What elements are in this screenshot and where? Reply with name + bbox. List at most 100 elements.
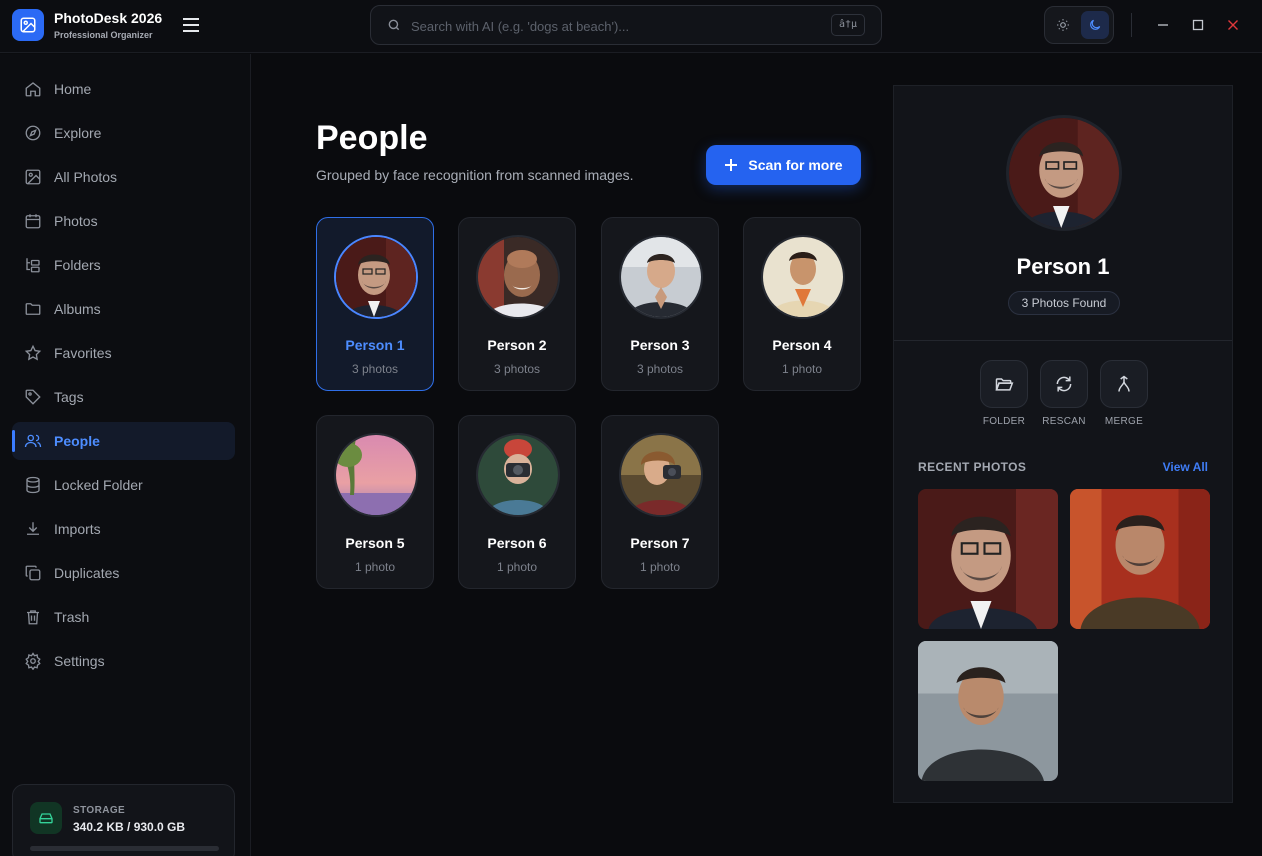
star-icon [24, 344, 42, 361]
person-photo-count: 1 photo [781, 362, 823, 376]
photos-found-badge: 3 Photos Found [1008, 291, 1120, 315]
face-photo [478, 237, 558, 317]
recent-photo-1[interactable] [918, 489, 1058, 629]
person-name: Person 2 [487, 337, 547, 353]
sidebar-item-settings[interactable]: Settings [12, 642, 235, 680]
person-card-3[interactable]: Person 3 3 photos [601, 217, 719, 391]
sun-icon [1057, 19, 1069, 31]
calendar-icon [25, 214, 41, 229]
person-avatar [761, 235, 845, 319]
sidebar-item-imports[interactable]: Imports [12, 510, 235, 548]
sidebar-item-label: Duplicates [54, 565, 120, 581]
app-title: PhotoDesk 2026 [54, 10, 163, 26]
scan-for-more-button[interactable]: Scan for more [706, 145, 861, 185]
minimize-icon [1158, 24, 1168, 26]
person-detail-panel: Person 1 3 Photos Found FOLDER RESCAN ME… [893, 85, 1233, 803]
person-photo-count: 1 photo [354, 560, 396, 574]
person-card-6[interactable]: Person 6 1 photo [458, 415, 576, 589]
person-name: Person 1 [345, 337, 405, 353]
moon-icon [1090, 19, 1101, 30]
landscape-photo [336, 435, 416, 515]
merge-icon [1118, 375, 1130, 392]
person-avatar [334, 433, 418, 517]
hamburger-icon [183, 18, 199, 32]
menu-toggle-button[interactable] [181, 16, 201, 34]
minimize-button[interactable] [1152, 14, 1174, 36]
sidebar-item-all-photos[interactable]: All Photos [12, 158, 235, 196]
sidebar-item-label: Imports [54, 521, 101, 537]
merge-button[interactable] [1100, 360, 1148, 408]
person-card-4[interactable]: Person 4 1 photo [743, 217, 861, 391]
page-title: People [316, 119, 428, 157]
sidebar-item-label: Trash [54, 609, 90, 625]
face-photo [336, 237, 416, 317]
rescan-action-label: RESCAN [1042, 416, 1086, 427]
storage-progress-bar [30, 846, 219, 851]
storage-value: 340.2 KB / 930.0 GB [73, 820, 186, 834]
person-card-5[interactable]: Person 5 1 photo [316, 415, 434, 589]
sidebar-item-locked-folder[interactable]: Locked Folder [12, 466, 235, 504]
sidebar-item-favorites[interactable]: Favorites [12, 334, 235, 372]
photo-thumbnail [918, 489, 1058, 629]
search-input[interactable] [411, 15, 811, 37]
recent-photos-title: RECENT PHOTOS [918, 460, 1027, 474]
sidebar-item-folders[interactable]: Folders [12, 246, 235, 284]
recent-photo-2[interactable] [1070, 489, 1210, 629]
rescan-button[interactable] [1040, 360, 1088, 408]
sidebar-item-label: Favorites [54, 345, 112, 361]
sidebar-item-photos[interactable]: Photos [12, 202, 235, 240]
merge-action-label: MERGE [1104, 416, 1144, 427]
sidebar: Home Explore All Photos Photos Folders A… [0, 54, 251, 856]
download-icon [27, 522, 39, 535]
tag-icon [25, 389, 41, 405]
close-button[interactable] [1222, 14, 1244, 36]
person-card-2[interactable]: Person 2 3 photos [458, 217, 576, 391]
sidebar-item-label: Settings [54, 653, 105, 669]
person-photo-count: 1 photo [496, 560, 538, 574]
person-photo-count: 1 photo [639, 560, 681, 574]
person-card-7[interactable]: Person 7 1 photo [601, 415, 719, 589]
folder-action-label: FOLDER [982, 416, 1026, 427]
recent-photo-3[interactable] [918, 641, 1058, 781]
detail-avatar [1006, 115, 1122, 231]
image-icon [20, 17, 36, 33]
storage-title: STORAGE [73, 805, 126, 816]
trash-icon [27, 610, 39, 625]
face-photo [1009, 118, 1119, 228]
image-icon [25, 169, 41, 185]
sidebar-item-duplicates[interactable]: Duplicates [12, 554, 235, 592]
app-subtitle: Professional Organizer [54, 30, 153, 40]
person-name: Person 7 [630, 535, 690, 551]
rescan-action: RESCAN [1039, 360, 1089, 427]
plus-icon [725, 159, 738, 171]
storage-widget: STORAGE 340.2 KB / 930.0 GB [12, 784, 235, 856]
sidebar-item-label: People [54, 433, 100, 449]
face-photo [621, 435, 701, 515]
open-folder-button[interactable] [980, 360, 1028, 408]
maximize-button[interactable] [1187, 14, 1209, 36]
face-photo [478, 435, 558, 515]
light-theme-button[interactable] [1049, 11, 1077, 39]
folder-icon [25, 303, 41, 315]
person-avatar [476, 235, 560, 319]
page-subtitle: Grouped by face recognition from scanned… [316, 167, 634, 183]
dark-theme-button[interactable] [1081, 11, 1109, 39]
person-name: Person 4 [772, 337, 832, 353]
titlebar-divider [1131, 13, 1132, 37]
sidebar-item-home[interactable]: Home [12, 70, 235, 108]
sidebar-item-explore[interactable]: Explore [12, 114, 235, 152]
database-icon [26, 476, 40, 494]
copy-icon [25, 565, 41, 581]
sidebar-item-tags[interactable]: Tags [12, 378, 235, 416]
view-all-link[interactable]: View All [1163, 460, 1208, 474]
folder-action: FOLDER [979, 360, 1029, 427]
search-bar[interactable]: â†µ [370, 5, 882, 45]
sidebar-item-label: Tags [54, 389, 84, 405]
person-avatar [476, 433, 560, 517]
person-card-1[interactable]: Person 1 3 photos [316, 217, 434, 391]
sidebar-item-albums[interactable]: Albums [12, 290, 235, 328]
sidebar-item-trash[interactable]: Trash [12, 598, 235, 636]
sidebar-item-people[interactable]: People [12, 422, 235, 460]
users-icon [24, 434, 42, 448]
person-avatar [619, 433, 703, 517]
